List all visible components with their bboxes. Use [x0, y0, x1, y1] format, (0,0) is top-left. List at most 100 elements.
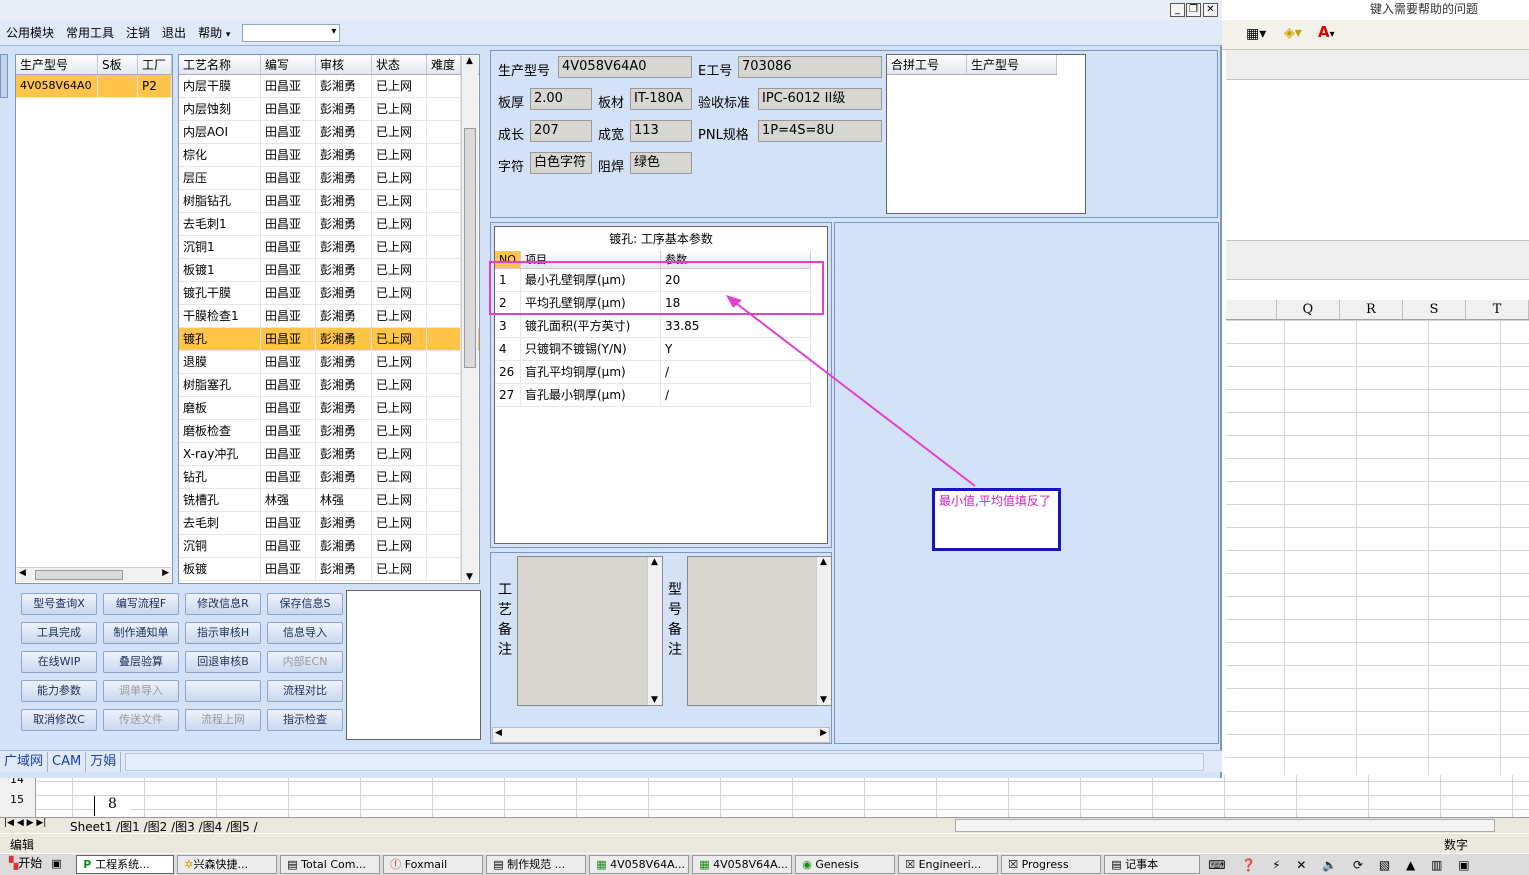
- scroll-left-icon[interactable]: ◀: [19, 568, 26, 578]
- task-item[interactable]: ◉ Genesis: [795, 855, 896, 874]
- action-button[interactable]: [185, 680, 261, 702]
- menu-help[interactable]: 帮助 ▾: [192, 24, 236, 41]
- process-list-vscroll[interactable]: ▲ ▼: [461, 56, 478, 582]
- action-button[interactable]: 信息导入: [267, 622, 343, 644]
- tab-user[interactable]: 万娟: [86, 751, 122, 772]
- task-item[interactable]: ▤ Total Com...: [280, 855, 381, 874]
- table-row[interactable]: 磨板检查 田昌亚 彭湘勇 已上网: [179, 420, 479, 443]
- table-row[interactable]: 4V058V64A0 P2: [16, 75, 172, 98]
- excel-cell[interactable]: 8: [94, 796, 130, 816]
- action-button[interactable]: 型号查询X: [21, 593, 97, 615]
- task-item[interactable]: ▦ 4V058V64A...: [589, 855, 690, 874]
- model-field[interactable]: 4V058V64A0: [558, 56, 692, 78]
- table-row[interactable]: 去毛刺1 田昌亚 彭湘勇 已上网: [179, 213, 479, 236]
- sheet-nav-icons[interactable]: |◀ ◀ ▶ ▶|: [4, 818, 46, 828]
- col-model[interactable]: 生产型号: [16, 55, 98, 74]
- table-row[interactable]: 内层干膜 田昌亚 彭湘勇 已上网: [179, 75, 479, 98]
- action-button[interactable]: 调单导入: [103, 680, 179, 702]
- scroll-down-icon[interactable]: ▼: [466, 572, 473, 582]
- scroll-down-icon[interactable]: ▼: [651, 695, 658, 705]
- task-item[interactable]: P 工程系统...: [76, 855, 175, 874]
- scroll-left-icon[interactable]: ◀: [495, 728, 502, 738]
- soldermask-field[interactable]: 绿色: [630, 152, 692, 174]
- table-row[interactable]: 沉铜 田昌亚 彭湘勇 已上网: [179, 535, 479, 558]
- table-row[interactable]: 内层蚀刻 田昌亚 彭湘勇 已上网: [179, 98, 479, 121]
- excel-help-box[interactable]: 键入需要帮助的问题: [1370, 0, 1529, 16]
- legend-field[interactable]: 白色字符: [530, 152, 592, 174]
- table-row[interactable]: 退膜 田昌亚 彭湘勇 已上网: [179, 351, 479, 374]
- action-button[interactable]: 工具完成: [21, 622, 97, 644]
- table-row[interactable]: 镀孔干膜 田昌亚 彭湘勇 已上网: [179, 282, 479, 305]
- task-item[interactable]: ☒ Engineeri...: [898, 855, 999, 874]
- material-field[interactable]: IT-180A: [630, 88, 692, 110]
- table-row[interactable]: 磨板 田昌亚 彭湘勇 已上网: [179, 397, 479, 420]
- tray-icons[interactable]: ⌨ ❓ ⚡ ✕ 🔈 ⟳ ▧ ▲ ▥ ▣: [1208, 858, 1475, 872]
- action-button[interactable]: 制作通知单: [103, 622, 179, 644]
- action-button[interactable]: 流程对比: [267, 680, 343, 702]
- eng-field[interactable]: 703086: [738, 56, 882, 78]
- menu-logout[interactable]: 注销: [120, 24, 156, 41]
- task-item[interactable]: ▤ 制作规范 ...: [486, 855, 587, 874]
- close-button[interactable]: ✕: [1203, 3, 1218, 17]
- task-item[interactable]: ▤ 记事本: [1104, 855, 1201, 874]
- action-button[interactable]: 在线WIP: [21, 651, 97, 673]
- width-field[interactable]: 113: [630, 120, 692, 142]
- font-color-icon[interactable]: A▾: [1318, 23, 1335, 41]
- excel-col-q[interactable]: Q: [1277, 300, 1340, 319]
- menu-combo-select[interactable]: [242, 23, 341, 42]
- excel-bottom-grid[interactable]: [0, 775, 1529, 817]
- col-process-name[interactable]: 工艺名称: [179, 55, 261, 74]
- length-field[interactable]: 207: [530, 120, 592, 142]
- excel-grid[interactable]: [1226, 320, 1529, 800]
- fill-color-icon[interactable]: ◈▾: [1284, 25, 1302, 41]
- action-button[interactable]: 回退审核B: [185, 651, 261, 673]
- col-merge-model[interactable]: 生产型号: [967, 55, 1057, 74]
- table-row[interactable]: 树脂钻孔 田昌亚 彭湘勇 已上网: [179, 190, 479, 213]
- action-button[interactable]: 编写流程F: [103, 593, 179, 615]
- col-author[interactable]: 编写: [261, 55, 316, 74]
- table-row[interactable]: X-ray冲孔 田昌亚 彭湘勇 已上网: [179, 443, 479, 466]
- scroll-right-icon[interactable]: ▶: [820, 728, 827, 738]
- scroll-up-icon[interactable]: ▲: [466, 56, 473, 66]
- scroll-right-icon[interactable]: ▶: [162, 568, 169, 578]
- excel-col-r[interactable]: R: [1340, 300, 1403, 319]
- quicklaunch-icon[interactable]: ▣: [51, 855, 73, 874]
- scroll-up-icon[interactable]: ▲: [651, 557, 658, 567]
- table-row[interactable]: 镀孔 田昌亚 彭湘勇 已上网: [179, 328, 479, 351]
- excel-hscroll[interactable]: [955, 819, 1495, 832]
- model-list-hscroll[interactable]: ◀ ▶: [17, 567, 171, 582]
- col-status[interactable]: 状态: [372, 55, 427, 74]
- table-row[interactable]: 树脂塞孔 田昌亚 彭湘勇 已上网: [179, 374, 479, 397]
- scroll-up-icon[interactable]: ▲: [820, 557, 827, 567]
- table-row[interactable]: 板镀1 田昌亚 彭湘勇 已上网: [179, 259, 479, 282]
- action-button[interactable]: 保存信息S: [267, 593, 343, 615]
- menu-exit[interactable]: 退出: [156, 24, 192, 41]
- action-button[interactable]: 指示审核H: [185, 622, 261, 644]
- table-row[interactable]: 层压 田昌亚 彭湘勇 已上网: [179, 167, 479, 190]
- thickness-field[interactable]: 2.00: [530, 88, 592, 110]
- remarks-hscroll[interactable]: ◀ ▶: [492, 727, 830, 743]
- menu-common-module[interactable]: 公用模块: [0, 24, 60, 41]
- table-row[interactable]: 钻孔 田昌亚 彭湘勇 已上网: [179, 466, 479, 489]
- table-row[interactable]: 沉铜1 田昌亚 彭湘勇 已上网: [179, 236, 479, 259]
- process-remark-scroll[interactable]: ▲ ▼: [647, 557, 662, 705]
- start-button[interactable]: ▚开始: [3, 855, 49, 874]
- scroll-thumb[interactable]: [464, 128, 476, 368]
- model-remark-field[interactable]: [687, 556, 832, 706]
- action-button[interactable]: 修改信息R: [185, 593, 261, 615]
- scroll-thumb[interactable]: [35, 570, 123, 580]
- action-button[interactable]: 指示检查: [267, 709, 343, 731]
- task-item[interactable]: ▦ 4V058V64A...: [692, 855, 793, 874]
- col-factory[interactable]: 工厂: [138, 55, 172, 74]
- col-difficulty[interactable]: 难度: [427, 55, 461, 74]
- col-s-board[interactable]: S板: [98, 55, 138, 74]
- minimize-button[interactable]: _: [1170, 3, 1185, 17]
- restore-button[interactable]: ❐: [1186, 3, 1201, 17]
- table-row[interactable]: 内层AOI 田昌亚 彭湘勇 已上网: [179, 121, 479, 144]
- action-button[interactable]: 能力参数: [21, 680, 97, 702]
- action-button[interactable]: 取消修改C: [21, 709, 97, 731]
- task-item[interactable]: ✲兴森快捷...: [177, 855, 278, 874]
- table-row[interactable]: 板镀 田昌亚 彭湘勇 已上网: [179, 558, 479, 581]
- action-button[interactable]: 流程上网: [185, 709, 261, 731]
- action-button[interactable]: 内部ECN: [267, 651, 343, 673]
